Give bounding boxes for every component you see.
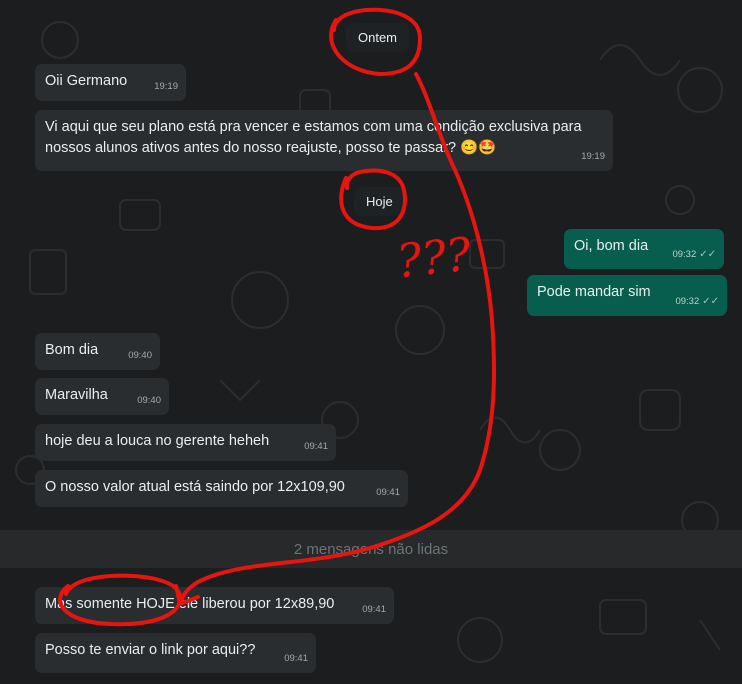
top-fade bbox=[0, 0, 742, 12]
message-time-with-ticks: 09:32 ✓✓ bbox=[672, 244, 716, 265]
double-check-icon: ✓✓ bbox=[702, 296, 719, 307]
message-incoming[interactable]: Mas somente HOJE ele liberou por 12x89,9… bbox=[35, 587, 394, 624]
message-text: Vi aqui que seu plano está pra vencer e … bbox=[45, 119, 582, 135]
message-time: 19:19 bbox=[154, 81, 178, 92]
message-text: Posso te enviar o link por aqui?? bbox=[45, 642, 256, 658]
unread-banner-label: 2 mensagens não lidas bbox=[293, 540, 449, 558]
date-divider-yesterday: Ontem bbox=[346, 23, 410, 52]
message-time: 19:19 bbox=[581, 151, 605, 162]
date-divider-today: Hoje bbox=[354, 187, 405, 216]
message-text: Bom dia bbox=[45, 342, 99, 358]
message-incoming[interactable]: O nosso valor atual está saindo por 12x1… bbox=[35, 470, 408, 507]
message-time: 09:41 bbox=[284, 653, 308, 664]
message-text: Oi, bom dia bbox=[574, 238, 649, 254]
message-text: hoje deu a louca no gerente heheh bbox=[45, 433, 270, 449]
message-time: 09:41 bbox=[304, 441, 328, 452]
message-text: Oii Germano bbox=[45, 73, 128, 89]
message-incoming[interactable]: Maravilha 09:40 bbox=[35, 378, 169, 415]
message-outgoing[interactable]: Pode mandar sim 09:32 ✓✓ bbox=[527, 275, 727, 316]
double-check-icon: ✓✓ bbox=[699, 249, 716, 260]
message-incoming[interactable]: hoje deu a louca no gerente heheh 09:41 bbox=[35, 424, 336, 461]
unread-messages-banner: 2 mensagens não lidas bbox=[0, 530, 742, 568]
message-time: 09:41 bbox=[362, 604, 386, 615]
message-incoming[interactable]: Posso te enviar o link por aqui?? 09:41 bbox=[35, 633, 316, 673]
message-incoming[interactable]: Oii Germano 19:19 bbox=[35, 64, 186, 101]
message-time: 09:32 bbox=[672, 249, 697, 260]
message-outgoing[interactable]: Oi, bom dia 09:32 ✓✓ bbox=[564, 229, 724, 269]
message-text: Pode mandar sim bbox=[537, 284, 651, 300]
message-time: 09:41 bbox=[376, 487, 400, 498]
message-time-with-ticks: 09:32 ✓✓ bbox=[675, 291, 719, 312]
message-time: 09:40 bbox=[128, 350, 152, 361]
message-incoming[interactable]: Vi aqui que seu plano está pra vencer e … bbox=[35, 110, 613, 171]
message-text: Mas somente HOJE ele liberou por 12x89,9… bbox=[45, 596, 335, 612]
message-time: 09:32 bbox=[675, 296, 700, 307]
message-text-line2: nossos alunos ativos antes do nosso reaj… bbox=[45, 140, 497, 156]
message-text: O nosso valor atual está saindo por 12x1… bbox=[45, 479, 345, 495]
message-time: 09:40 bbox=[137, 395, 161, 406]
message-text: Maravilha bbox=[45, 387, 108, 403]
message-incoming[interactable]: Bom dia 09:40 bbox=[35, 333, 160, 370]
